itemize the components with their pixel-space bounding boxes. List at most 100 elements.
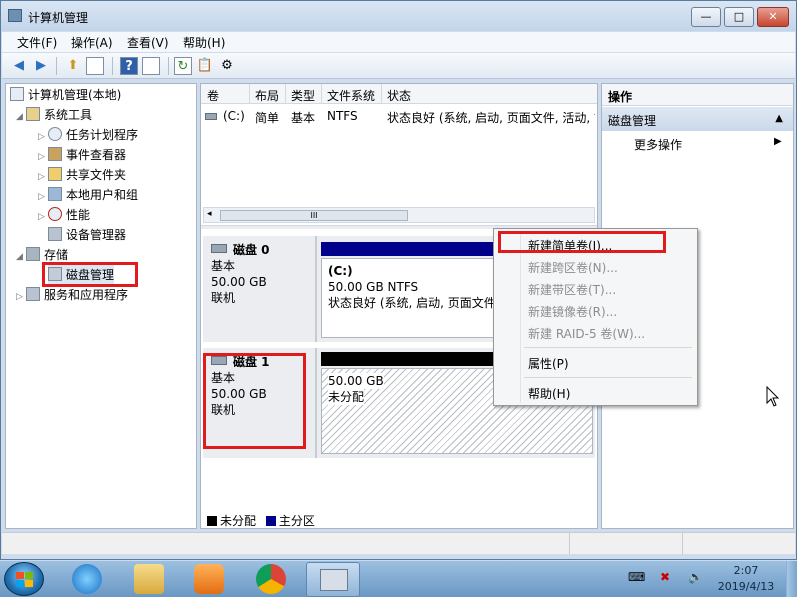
expand-arrow-icon[interactable]: ▷ [16,287,26,307]
keyboard-icon[interactable]: ⌨ [628,570,645,584]
volume-layout: 简单 [255,111,280,125]
tree-item-system-tools[interactable]: ◢ 系统工具 [16,105,92,125]
expand-arrow-icon[interactable]: ▷ [38,207,48,227]
settings-icon[interactable]: ⚙ [218,57,236,75]
column-volume[interactable]: 卷 [207,87,219,104]
back-arrow-icon[interactable]: ◀ [10,57,28,75]
menu-help[interactable]: 帮助(H) [183,34,225,51]
computer-management-taskbar-button[interactable] [306,562,360,597]
actions-section-disk-management[interactable]: 磁盘管理 ▲ [602,107,793,131]
menu-properties[interactable]: 属性(P) [528,355,569,372]
close-button[interactable]: ✕ [757,7,789,27]
menu-separator [524,347,692,348]
tree-item-task-scheduler[interactable]: ▷ 任务计划程序 [38,125,138,145]
unallocated-swatch [207,516,217,526]
collapse-up-icon[interactable]: ▲ [775,113,783,124]
tree-item-event-viewer[interactable]: ▷ 事件查看器 [38,145,126,165]
disk-size: 50.00 GB [211,275,267,289]
menu-new-mirrored-volume[interactable]: 新建镜像卷(R)... [528,303,617,320]
column-type[interactable]: 类型 [291,87,315,104]
horizontal-scrollbar[interactable]: ◂ III [203,207,595,223]
system-clock[interactable]: 2:07 2019/4/13 [716,563,776,595]
highlight-disk-management [42,262,138,287]
expand-arrow-icon[interactable]: ▷ [38,167,48,187]
scroll-left-icon[interactable]: ◂ [207,209,212,219]
collapse-arrow-icon[interactable]: ◢ [16,107,26,127]
up-folder-icon[interactable]: ⬆ [64,57,82,75]
start-button[interactable] [4,562,44,596]
tree-item-label: 服务和应用程序 [44,288,129,302]
network-error-icon[interactable]: ✖ [660,570,670,584]
internet-explorer-icon[interactable] [72,564,102,594]
menu-new-spanned-volume[interactable]: 新建跨区卷(N)... [528,259,618,276]
media-player-icon[interactable] [194,564,224,594]
tree-item-label: 共享文件夹 [66,168,127,182]
more-actions-link[interactable]: 更多操作 [634,136,682,153]
window-title: 计算机管理 [28,11,89,25]
menu-gutter-line [520,231,521,403]
toolbar: ◀ ▶ ⬆ ? ↻ 📋 ⚙ [2,53,795,79]
tree-item-label: 本地用户和组 [66,188,139,202]
console-tree: 计算机管理(本地) ◢ 系统工具 ▷ 任务计划程序 ▷ 事件查看器 ▷ 共享文件夹 ▷ 本… [5,83,197,529]
tree-item-device-manager[interactable]: 设备管理器 [48,225,126,245]
column-separator [249,84,250,104]
disk-name: 磁盘 0 [233,243,270,257]
tree-item-label: 事件查看器 [66,148,127,162]
disk-state: 联机 [211,291,236,305]
tree-item-shared-folders[interactable]: ▷ 共享文件夹 [38,165,126,185]
menu-view[interactable]: 查看(V) [127,34,169,51]
shared-folder-icon [48,167,62,181]
menu-action[interactable]: 操作(A) [71,34,113,51]
primary-swatch [265,516,276,526]
help-icon[interactable]: ? [120,57,138,75]
disk-0-label[interactable]: 磁盘 0 基本 50.00 GB 联机 [203,236,317,342]
tree-item-label: 存储 [44,248,69,262]
volume-row[interactable]: (C:) 简单 基本 NTFS 状态良好 (系统, 启动, 页面文件, 活动, … [201,108,597,126]
title-bar[interactable]: 计算机管理 — □ ✕ [1,1,796,31]
minimize-button[interactable]: — [691,7,721,27]
tree-item-root[interactable]: 计算机管理(本地) [10,85,121,105]
tree-item-services-apps[interactable]: ▷ 服务和应用程序 [16,285,128,305]
toolbar-separator [168,57,169,75]
status-bar [2,532,795,554]
menu-file[interactable]: 文件(F) [17,34,57,51]
column-separator [285,84,286,104]
unallocated-size: 50.00 GB [328,373,384,389]
actions-header: 操作 [602,84,793,106]
export-icon[interactable]: 📋 [196,57,214,75]
show-hide-tree-icon[interactable] [86,57,104,75]
volume-icon[interactable]: 🔈 [688,570,703,584]
tools-icon [26,107,40,121]
expand-arrow-icon[interactable]: ▷ [38,187,48,207]
show-desktop-button[interactable] [786,561,797,597]
menu-help-item[interactable]: 帮助(H) [528,385,570,402]
column-filesystem[interactable]: 文件系统 [327,87,375,104]
menu-new-raid5-volume[interactable]: 新建 RAID-5 卷(W)... [528,325,645,342]
expand-arrow-icon[interactable]: ▷ [38,127,48,147]
refresh-icon[interactable]: ↻ [174,57,192,75]
status-cell [569,533,570,554]
clock-date: 2019/4/13 [717,580,775,593]
forward-arrow-icon[interactable]: ▶ [32,57,50,75]
volume-list-header: 卷 布局 类型 文件系统 状态 [201,84,597,104]
context-menu: 新建简单卷(I)... 新建跨区卷(N)... 新建带区卷(T)... 新建镜像… [493,228,698,406]
tree-item-performance[interactable]: ▷ 性能 [38,205,90,225]
chrome-icon[interactable] [256,564,286,594]
file-explorer-icon[interactable] [134,564,164,594]
tree-item-local-users[interactable]: ▷ 本地用户和组 [38,185,138,205]
column-status[interactable]: 状态 [387,87,411,104]
submenu-arrow-icon: ▶ [774,136,782,147]
properties-icon[interactable] [142,57,160,75]
event-log-icon [48,147,62,161]
highlight-disk-1 [203,353,306,449]
legend: 未分配 主分区 [207,512,315,529]
actions-section-label: 磁盘管理 [608,114,657,128]
menu-new-striped-volume[interactable]: 新建带区卷(T)... [528,281,616,298]
column-separator [381,84,382,104]
collapse-arrow-icon[interactable]: ◢ [16,247,26,267]
maximize-button[interactable]: □ [724,7,754,27]
scroll-thumb[interactable]: III [220,210,408,221]
expand-arrow-icon[interactable]: ▷ [38,147,48,167]
tree-item-label: 计算机管理(本地) [28,88,122,102]
column-layout[interactable]: 布局 [255,87,279,104]
